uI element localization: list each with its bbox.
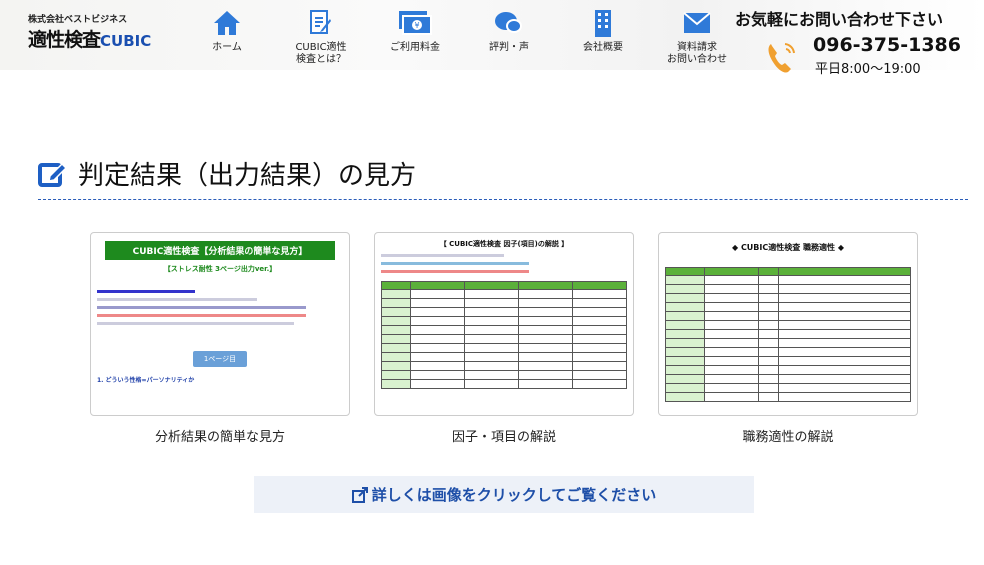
doc-title: CUBIC適性検査【分析結果の簡単な見方】 bbox=[105, 241, 335, 260]
doc-page-button: 1ページ目 bbox=[193, 351, 247, 367]
card-caption[interactable]: 職務適性の解説 bbox=[658, 426, 918, 445]
thumbnail-factor-explanation[interactable]: 【 CUBIC適性検査 因子(項目)の解説 】 bbox=[374, 232, 634, 416]
nav-reviews[interactable]: 評判・声 bbox=[462, 8, 556, 66]
doc-title: 【 CUBIC適性検査 因子(項目)の解説 】 bbox=[439, 240, 569, 248]
business-hours: 平日8:00〜19:00 bbox=[815, 62, 921, 77]
nav-label: ご利用料金 bbox=[390, 42, 440, 53]
nav-label: 資料請求 お問い合わせ bbox=[667, 42, 727, 65]
phone-number[interactable]: 096-375-1386 bbox=[765, 34, 961, 56]
view-details-label: 詳しくは画像をクリックしてご覧ください bbox=[371, 486, 657, 504]
nav-label: ホーム bbox=[212, 42, 242, 53]
chat-bubble-icon bbox=[462, 8, 556, 38]
nav-home[interactable]: ホーム bbox=[180, 8, 274, 66]
divider bbox=[38, 199, 968, 200]
home-icon bbox=[180, 8, 274, 38]
building-icon bbox=[556, 8, 650, 38]
view-details-button[interactable]: 詳しくは画像をクリックしてご覧ください bbox=[254, 476, 754, 513]
card-factor-explanation[interactable]: 【 CUBIC適性検査 因子(項目)の解説 】 因子・項目の解説 bbox=[374, 232, 634, 445]
nav-label: CUBIC適性 検査とは？ bbox=[295, 42, 347, 65]
external-link-icon bbox=[351, 486, 368, 503]
card-job-aptitude[interactable]: ◆ CUBIC適性検査 職務適性 ◆ 職務適性の解説 bbox=[658, 232, 918, 445]
logo-brand: CUBIC bbox=[100, 32, 152, 50]
nav-company[interactable]: 会社概要 bbox=[556, 8, 650, 66]
nav-pricing[interactable]: ¥ ご利用料金 bbox=[368, 8, 462, 66]
site-header: 株式会社ベストビジネス 適性検査CUBIC ホーム CUBIC適性 検査とは？ … bbox=[0, 0, 984, 77]
contact-message: お気軽にお問い合わせ下さい bbox=[735, 10, 944, 29]
card-caption[interactable]: 因子・項目の解説 bbox=[374, 426, 634, 445]
main-nav: ホーム CUBIC適性 検査とは？ ¥ ご利用料金 評判・声 会社概要 資料請求 … bbox=[180, 8, 744, 66]
logo-text: 適性検査 bbox=[28, 29, 101, 51]
contact-info: お気軽にお問い合わせ下さい 096-375-1386 平日8:00〜19:00 bbox=[735, 6, 961, 77]
card-simple-view[interactable]: CUBIC適性検査【分析結果の簡単な見方】 【ストレス耐性 3ページ出力ver.… bbox=[90, 232, 350, 445]
section-title: 判定結果（出力結果）の見方 bbox=[38, 155, 416, 192]
svg-text:¥: ¥ bbox=[414, 21, 419, 30]
card-caption[interactable]: 分析結果の簡単な見方 bbox=[90, 426, 350, 445]
document-pen-icon bbox=[274, 8, 368, 38]
edit-icon bbox=[38, 162, 68, 187]
doc-subtitle: 【ストレス耐性 3ページ出力ver.】 bbox=[163, 265, 277, 273]
nav-label: 評判・声 bbox=[489, 42, 529, 53]
nav-label: 会社概要 bbox=[583, 42, 623, 53]
section-title-text: 判定結果（出力結果）の見方 bbox=[78, 161, 417, 191]
thumbnail-job-aptitude[interactable]: ◆ CUBIC適性検査 職務適性 ◆ bbox=[658, 232, 918, 416]
nav-about-cubic[interactable]: CUBIC適性 検査とは？ bbox=[274, 8, 368, 66]
thumbnail-simple-view[interactable]: CUBIC適性検査【分析結果の簡単な見方】 【ストレス耐性 3ページ出力ver.… bbox=[90, 232, 350, 416]
doc-heading: 1. どういう性格=パーソナリティか bbox=[97, 377, 195, 384]
mail-icon bbox=[650, 8, 744, 38]
nav-contact[interactable]: 資料請求 お問い合わせ bbox=[650, 8, 744, 66]
doc-title: ◆ CUBIC適性検査 職務適性 ◆ bbox=[732, 243, 844, 252]
money-icon: ¥ bbox=[368, 8, 462, 38]
logo-company: 株式会社ベストビジネス bbox=[28, 15, 128, 25]
logo[interactable]: 株式会社ベストビジネス 適性検査CUBIC bbox=[28, 12, 151, 52]
